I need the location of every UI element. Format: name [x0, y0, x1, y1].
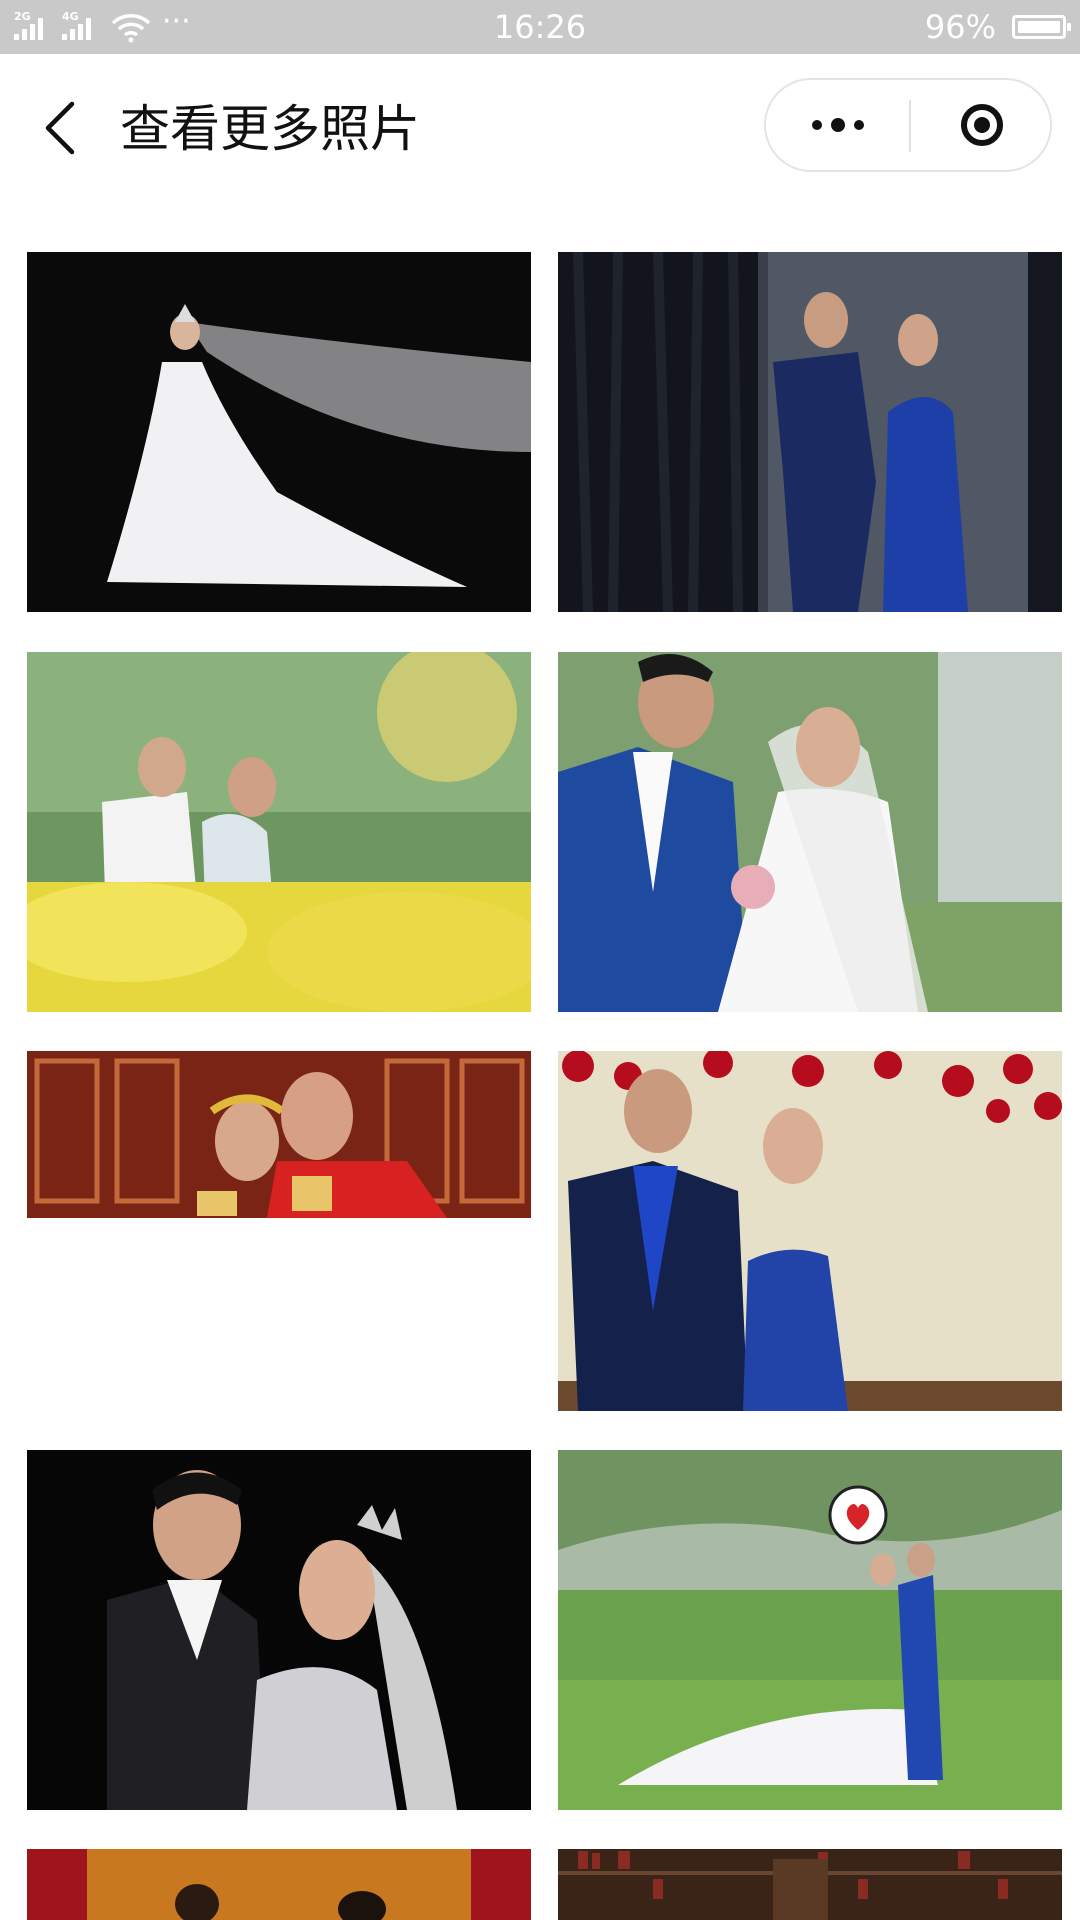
- photo-couple-orange-curtain[interactable]: [27, 1849, 531, 1920]
- photo-couple-tiara-black[interactable]: [27, 1450, 531, 1810]
- battery-percent: 96%: [924, 8, 996, 46]
- photo-couple-chinese-red[interactable]: [27, 1051, 531, 1218]
- status-right: 96%: [924, 8, 1071, 46]
- photo-couple-blue-curtain[interactable]: [558, 252, 1062, 612]
- battery-icon: [1012, 15, 1071, 39]
- photo-couple-bookshelf[interactable]: [558, 1849, 1062, 1920]
- close-icon[interactable]: [912, 80, 1052, 170]
- status-time: 16:26: [493, 8, 587, 46]
- more-icon[interactable]: [766, 80, 910, 170]
- photo-bride-white-gown[interactable]: [27, 252, 531, 612]
- photo-couple-yellow-flowers[interactable]: [27, 652, 531, 1012]
- page-title: 查看更多照片: [120, 100, 420, 158]
- menu-capsule: [764, 78, 1052, 172]
- photo-couple-roses-wall[interactable]: [558, 1051, 1062, 1411]
- status-bar: 2G 4G ··· 16:26 96%: [0, 0, 1080, 54]
- photo-couple-lakeside[interactable]: [558, 1450, 1062, 1810]
- back-icon[interactable]: [38, 98, 82, 158]
- photo-couple-blue-suit-garden[interactable]: [558, 652, 1062, 1012]
- capsule-divider: [909, 100, 911, 152]
- nav-bar: 查看更多照片: [0, 54, 1080, 200]
